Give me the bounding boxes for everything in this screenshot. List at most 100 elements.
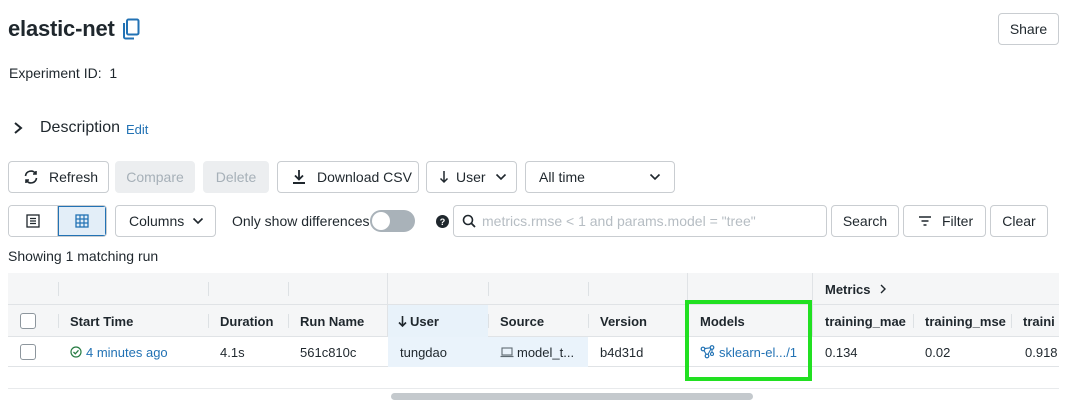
- sort-user-button[interactable]: User: [426, 161, 517, 193]
- delete-button[interactable]: Delete: [203, 161, 269, 193]
- laptop-icon: [500, 346, 514, 357]
- cell-version: b4d31d: [600, 344, 644, 360]
- experiment-id-separator: :: [97, 65, 102, 81]
- experiment-title: elastic-net: [8, 16, 115, 41]
- column-divider: [488, 314, 489, 328]
- column-divider: [488, 282, 489, 296]
- download-csv-label: Download CSV: [317, 169, 412, 185]
- view-mode-toggle: [8, 205, 107, 237]
- model-link[interactable]: sklearn-el.../1: [719, 345, 797, 360]
- column-header-training-mse[interactable]: training_mse: [925, 305, 1006, 337]
- cell-source[interactable]: model_t...: [500, 337, 586, 367]
- time-range-value: All time: [539, 169, 585, 185]
- table-view-button[interactable]: [58, 206, 106, 236]
- only-show-differences-label: Only show differences: [232, 213, 370, 229]
- cell-training-mse: 0.02: [925, 344, 951, 360]
- chevron-down-icon: [495, 173, 506, 181]
- column-divider: [58, 314, 59, 328]
- compare-button[interactable]: Compare: [115, 161, 195, 193]
- column-divider: [288, 314, 289, 328]
- search-icon: [462, 214, 476, 228]
- time-range-select[interactable]: All time: [525, 161, 675, 193]
- column-divider: [687, 273, 688, 305]
- table-row[interactable]: 4 minutes ago 4.1s 561c810c tungdao mode…: [8, 337, 1059, 367]
- chevron-right-icon[interactable]: [12, 121, 24, 135]
- filter-button[interactable]: Filter: [903, 205, 986, 237]
- cell-run-name[interactable]: 561c810c: [300, 337, 356, 367]
- refresh-button[interactable]: Refresh: [8, 161, 109, 193]
- arrow-down-icon: [439, 171, 449, 184]
- metrics-group-label: Metrics: [825, 281, 871, 297]
- download-csv-button[interactable]: Download CSV: [277, 161, 419, 193]
- column-header-training-mae[interactable]: training_mae: [825, 305, 906, 337]
- start-time-link[interactable]: 4 minutes ago: [86, 345, 168, 360]
- cell-training-mae: 0.134: [825, 344, 858, 360]
- cell-models[interactable]: sklearn-el.../1: [700, 337, 797, 367]
- column-divider: [588, 314, 589, 328]
- column-divider: [387, 273, 388, 305]
- column-divider: [913, 314, 914, 328]
- search-button[interactable]: Search: [831, 205, 899, 237]
- arrow-down-icon: [398, 315, 407, 327]
- description-edit-link[interactable]: Edit: [126, 122, 148, 137]
- list-view-icon: [26, 214, 40, 228]
- filter-label: Filter: [942, 213, 974, 229]
- clear-button[interactable]: Clear: [990, 205, 1048, 237]
- help-icon[interactable]: ?: [436, 215, 449, 228]
- row-select-checkbox[interactable]: [20, 344, 36, 360]
- search-input[interactable]: [482, 213, 822, 229]
- description-label: Description: [40, 119, 121, 136]
- list-view-button[interactable]: [9, 206, 58, 236]
- columns-label: Columns: [129, 213, 185, 229]
- column-header-user-label: User: [410, 313, 439, 329]
- column-header-version[interactable]: Version: [600, 305, 647, 337]
- table-view-icon: [75, 214, 89, 228]
- column-header-run-name[interactable]: Run Name: [300, 305, 364, 337]
- table-group-header-row: Metrics: [8, 273, 1059, 305]
- model-icon: [700, 345, 715, 359]
- column-divider: [58, 282, 59, 296]
- cell-user: tungdao: [400, 344, 447, 360]
- matching-runs-count: Showing 1 matching run: [8, 248, 159, 264]
- experiment-id: Experiment ID: 1: [9, 65, 117, 81]
- cell-training-next: 0.918: [1025, 344, 1058, 360]
- metrics-group-header[interactable]: Metrics: [825, 273, 887, 305]
- column-divider: [588, 282, 589, 296]
- runs-table: Metrics Start Time Duration Run Name Use…: [8, 273, 1059, 367]
- scrollbar-thumb[interactable]: [391, 393, 753, 400]
- column-divider: [812, 305, 813, 337]
- sort-user-label: User: [456, 169, 486, 185]
- experiment-id-label: Experiment ID: [9, 65, 98, 81]
- column-divider: [387, 305, 388, 337]
- share-button[interactable]: Share: [998, 13, 1059, 45]
- column-divider: [812, 273, 813, 305]
- experiment-id-value: 1: [109, 65, 118, 81]
- column-header-start-time[interactable]: Start Time: [70, 305, 133, 337]
- column-header-duration[interactable]: Duration: [220, 305, 273, 337]
- table-header-row: Start Time Duration Run Name User Source…: [8, 305, 1059, 337]
- columns-button[interactable]: Columns: [115, 205, 216, 237]
- horizontal-scrollbar[interactable]: [8, 388, 1059, 403]
- refresh-icon: [24, 170, 38, 184]
- download-icon: [293, 170, 305, 184]
- column-divider: [208, 314, 209, 328]
- chevron-down-icon: [649, 173, 661, 181]
- chevron-down-icon: [193, 217, 204, 225]
- cell-duration: 4.1s: [220, 344, 245, 360]
- column-divider: [288, 282, 289, 296]
- select-all-checkbox[interactable]: [20, 313, 36, 329]
- refresh-label: Refresh: [49, 169, 99, 185]
- svg-text:?: ?: [440, 217, 446, 227]
- filter-icon: [919, 216, 931, 226]
- column-divider: [208, 282, 209, 296]
- column-header-source[interactable]: Source: [500, 305, 544, 337]
- chevron-right-icon: [880, 284, 886, 294]
- only-show-differences-toggle[interactable]: [370, 210, 415, 232]
- cell-start-time: 4 minutes ago: [70, 337, 168, 367]
- copy-icon[interactable]: [121, 18, 141, 40]
- toggle-knob: [372, 212, 390, 230]
- column-header-user[interactable]: User: [398, 305, 439, 337]
- column-header-models[interactable]: Models: [700, 305, 745, 337]
- column-header-training-next[interactable]: traini: [1011, 305, 1059, 337]
- search-box: [453, 205, 827, 237]
